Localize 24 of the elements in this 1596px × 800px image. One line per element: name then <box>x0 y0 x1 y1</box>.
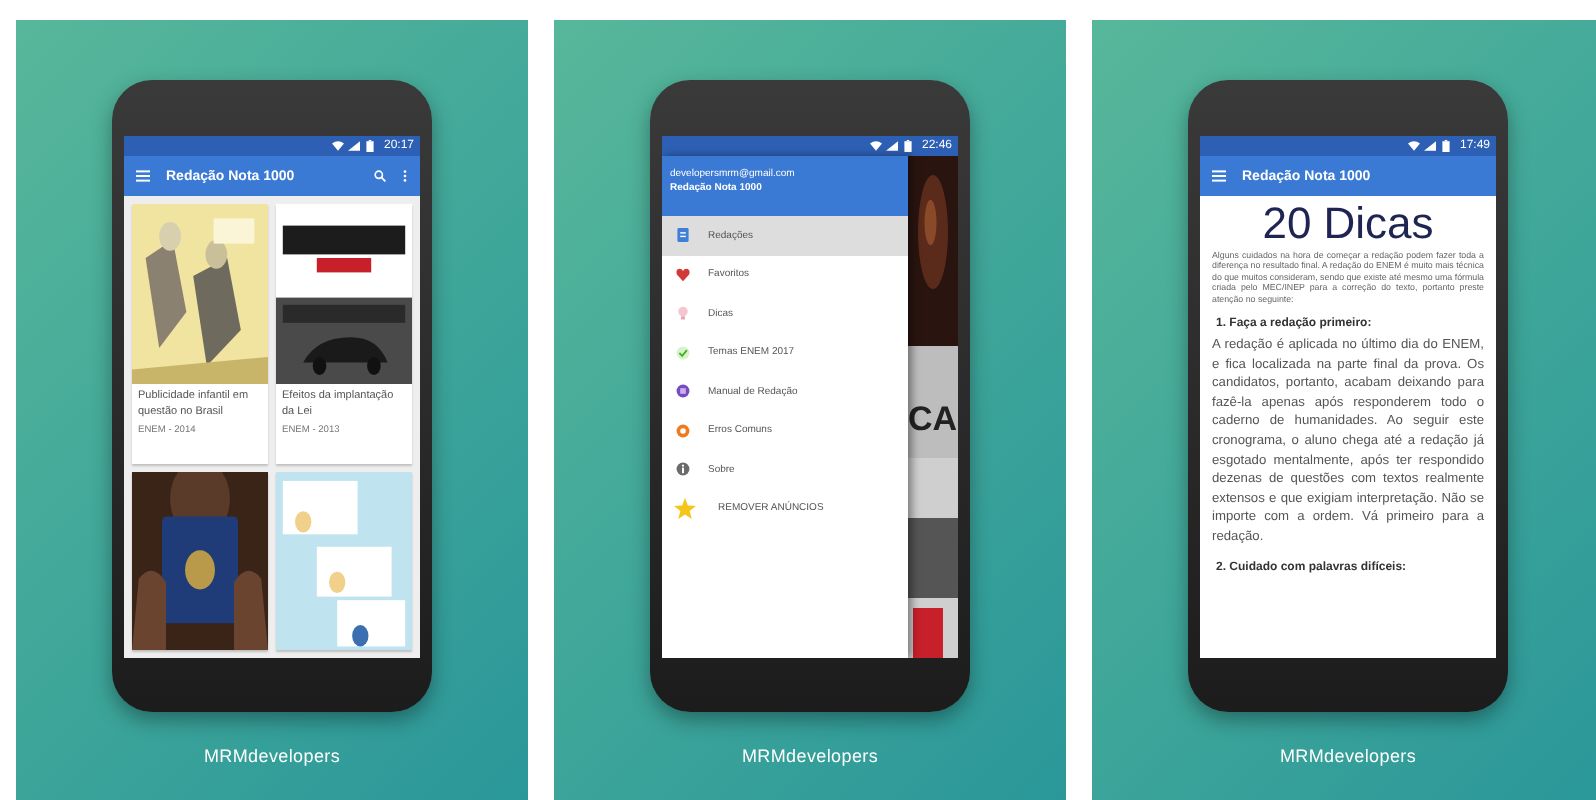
signal-icon <box>1423 140 1436 152</box>
article-heading: 20 Dicas <box>1260 198 1436 250</box>
document-icon <box>676 228 690 243</box>
star-icon <box>674 497 696 520</box>
menu-icon[interactable] <box>136 170 150 182</box>
battery-icon <box>1439 140 1452 152</box>
signal-icon <box>347 140 360 152</box>
more-icon[interactable] <box>402 170 408 182</box>
developer-caption: MRMdevelopers <box>741 746 879 766</box>
signal-icon <box>885 140 898 152</box>
background-text: CA <box>908 346 958 458</box>
developer-caption: MRMdevelopers <box>203 746 341 766</box>
wifi-icon <box>869 140 882 152</box>
wifi-icon <box>331 140 344 152</box>
wifi-icon <box>1407 140 1420 152</box>
lightbulb-icon <box>676 306 690 321</box>
checkmark-icon <box>676 345 690 360</box>
menu-icon[interactable] <box>1212 170 1226 182</box>
battery-icon <box>901 140 914 152</box>
battery-icon <box>363 140 376 152</box>
heart-icon <box>676 267 690 282</box>
search-icon[interactable] <box>374 170 386 182</box>
developer-caption: MRMdevelopers <box>1279 746 1417 766</box>
info-icon <box>676 462 690 477</box>
